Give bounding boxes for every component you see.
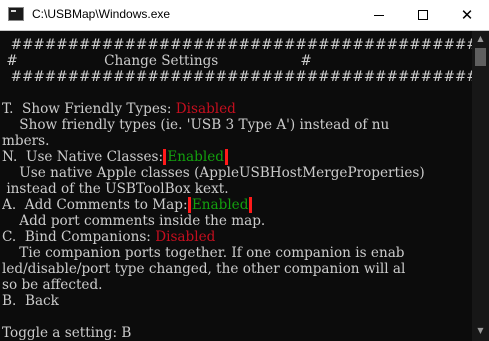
- maximize-button[interactable]: [401, 0, 445, 30]
- description-line: instead of the USBToolBox kext.: [2, 181, 229, 197]
- close-button[interactable]: ✕: [445, 0, 489, 30]
- back-option: B. Back: [2, 293, 59, 309]
- description-line: mbers.: [2, 133, 50, 149]
- header-title: # Change Settings #: [2, 53, 312, 69]
- console-window: C:\USBMap\Windows.exe ✕ ################…: [0, 0, 489, 341]
- minimize-icon: [374, 15, 384, 16]
- setting-label: N. Use Native Classes:: [2, 149, 168, 165]
- setting-label: C. Bind Companions:: [2, 229, 156, 245]
- setting-add-comments: A. Add Comments to Map: Enabled: [2, 197, 472, 213]
- header-border-bottom: ########################################…: [10, 69, 472, 85]
- close-icon: ✕: [460, 6, 474, 24]
- description-line: Tie companion ports together. If one com…: [2, 245, 405, 261]
- console-output[interactable]: ########################################…: [0, 31, 472, 341]
- setting-native-classes: N. Use Native Classes: Enabled: [2, 149, 472, 165]
- window-title: C:\USBMap\Windows.exe: [32, 7, 171, 21]
- friendly-types-status: Disabled: [175, 101, 236, 117]
- minimize-button[interactable]: [357, 0, 401, 30]
- comments-status: Enabled: [187, 197, 253, 213]
- description-line: so be affected.: [2, 277, 103, 293]
- description-line: Add port comments inside the map.: [2, 213, 266, 229]
- setting-label: A. Add Comments to Map:: [2, 197, 192, 213]
- console-app-icon: [8, 7, 24, 21]
- vertical-scrollbar[interactable]: ▲ ▼: [472, 31, 489, 341]
- native-classes-status: Enabled: [163, 149, 228, 165]
- title-bar[interactable]: C:\USBMap\Windows.exe ✕: [0, 0, 489, 31]
- input-prompt[interactable]: Toggle a setting: B: [2, 325, 472, 341]
- description-line: Use native Apple classes (AppleUSBHostMe…: [2, 165, 425, 181]
- header-border-top: ########################################…: [10, 37, 472, 53]
- description-line: led/disable/port type changed, the other…: [2, 261, 406, 277]
- setting-friendly-types: T. Show Friendly Types: Disabled: [2, 101, 472, 117]
- description-line: Show friendly types (ie. 'USB 3 Type A')…: [2, 117, 390, 133]
- setting-label: T. Show Friendly Types:: [2, 101, 176, 117]
- scroll-down-icon[interactable]: ▼: [472, 325, 489, 337]
- scroll-up-icon[interactable]: ▲: [472, 33, 489, 45]
- bind-companions-status: Disabled: [155, 229, 216, 245]
- maximize-icon: [418, 10, 428, 20]
- setting-bind-companions: C. Bind Companions: Disabled: [2, 229, 472, 245]
- scrollbar-thumb[interactable]: [475, 48, 486, 66]
